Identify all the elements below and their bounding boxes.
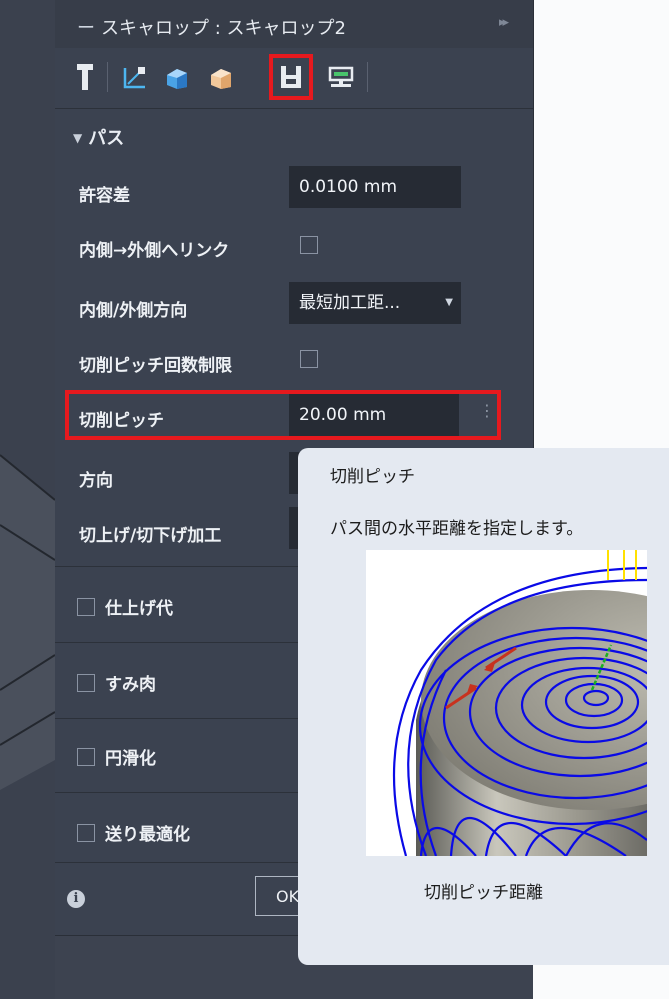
tab-linking[interactable] [269,54,313,100]
feed-optimization-label: 送り最適化 [105,825,190,845]
chevron-down-icon: ▼ [445,297,453,308]
multi-axis-icon [328,66,354,87]
stepover-tooltip: 切削ピッチ パス間の水平距離を指定します。 切削ピッチ距離 [298,448,669,965]
collapse-icon[interactable]: ー [77,14,95,40]
direction-inout-value: 最短加工距... [299,293,401,313]
section-passes-header[interactable]: ▼ パス [73,124,124,150]
feed-optimization-checkbox[interactable] [77,823,95,842]
limit-stepovers-checkbox[interactable] [300,350,318,368]
group-stock-to-leave[interactable]: 仕上げ代 [77,594,173,619]
tooltip-title: 切削ピッチ [330,467,415,487]
tab-tool[interactable] [67,58,103,96]
inside-out-checkbox[interactable] [300,236,318,254]
expand-arrows-icon[interactable]: ▸▸ [499,15,509,30]
group-fillet[interactable]: すみ肉 [77,670,156,695]
smoothing-checkbox[interactable] [77,747,95,766]
caret-down-icon: ▼ [73,131,83,145]
direction-label: 方向 [79,471,113,491]
tab-heights[interactable] [159,58,195,96]
stepover-illustration [366,550,647,856]
inside-out-label: 内側→外側へリンク [79,241,230,261]
climb-label: 切上げ/切下げ加工 [79,526,222,546]
tolerance-input[interactable]: 0.0100 mm [289,166,461,208]
smoothing-label: 円滑化 [105,749,156,769]
dialog-titlebar[interactable]: ー スキャロップ : スキャロップ2 ▸▸ [55,0,533,48]
tooltip-description: パス間の水平距離を指定します。 [330,519,584,539]
dialog-title: スキャロップ : スキャロップ2 [101,18,346,39]
passes-icon [211,69,231,89]
tab-passes[interactable] [203,58,239,96]
fillet-label: すみ肉 [105,675,156,695]
tab-geometry[interactable] [117,58,153,96]
tab-multi-axis[interactable] [323,58,359,96]
limit-stepovers-label: 切削ピッチ回数制限 [79,356,232,376]
direction-inout-label: 内側/外側方向 [79,301,188,321]
geometry-icon [123,67,145,89]
group-feed-optimization[interactable]: 送り最適化 [77,820,190,845]
direction-inout-select[interactable]: 最短加工距... ▼ [289,282,461,324]
more-options-icon[interactable]: ⋮ [479,401,495,420]
stepover-label: 切削ピッチ [79,411,164,431]
stock-to-leave-label: 仕上げ代 [105,599,173,619]
tool-icon [77,64,93,90]
section-title: パス [88,128,125,149]
tolerance-label: 許容差 [79,186,130,206]
heights-icon [167,69,187,89]
linking-icon [281,66,301,88]
tab-toolbar [55,48,533,109]
viewport-model [0,0,55,999]
stepover-input[interactable]: 20.00 mm [289,394,459,436]
fillet-checkbox[interactable] [77,673,95,692]
tooltip-caption: 切削ピッチ距離 [424,883,543,903]
info-icon[interactable]: i [67,890,85,908]
stock-to-leave-checkbox[interactable] [77,597,95,616]
group-smoothing[interactable]: 円滑化 [77,744,156,769]
